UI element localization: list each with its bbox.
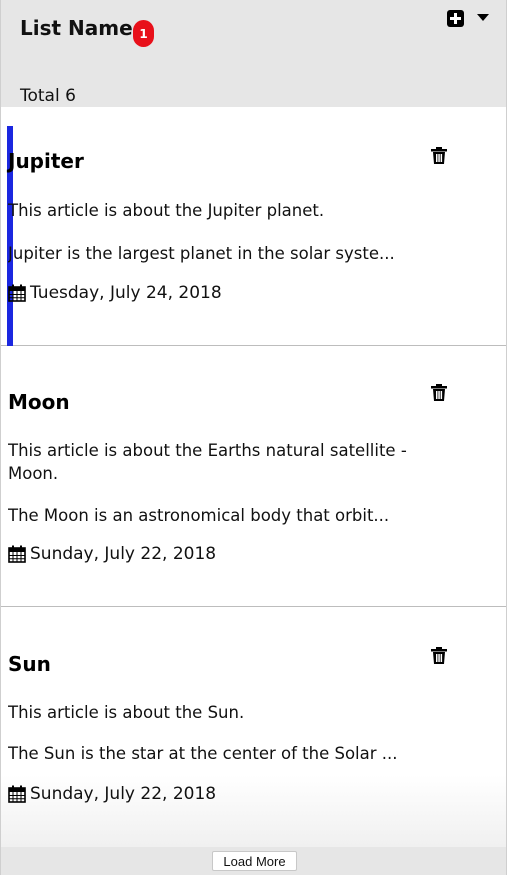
calendar-icon	[8, 545, 26, 563]
trash-icon[interactable]	[431, 147, 447, 164]
article-date: Sunday, July 22, 2018	[8, 784, 216, 804]
article-date: Sunday, July 22, 2018	[8, 544, 216, 564]
article-summary: This article is about the Sun.	[8, 703, 245, 722]
article-summary: This article is about the Earths natural…	[8, 441, 407, 483]
article-list-panel: List Name 1 Total 6 Jupiter This article…	[0, 0, 507, 875]
article-title: Jupiter	[8, 149, 84, 173]
total-count: Total 6	[20, 86, 76, 106]
count-badge: 1	[133, 20, 154, 47]
plus-square-icon[interactable]	[447, 10, 464, 27]
list-header: List Name 1 Total 6	[1, 0, 506, 107]
list-footer: Load More	[1, 847, 506, 875]
article-excerpt: The Moon is an astronomical body that or…	[8, 506, 390, 525]
article-date-text: Tuesday, July 24, 2018	[30, 283, 222, 303]
article-excerpt: The Sun is the star at the center of the…	[8, 744, 398, 763]
article-excerpt: Jupiter is the largest planet in the sol…	[8, 244, 395, 263]
calendar-icon	[8, 284, 26, 302]
article-date-text: Sunday, July 22, 2018	[30, 784, 217, 804]
trash-icon[interactable]	[431, 647, 447, 664]
article-title: Sun	[8, 652, 51, 676]
list-item[interactable]: Jupiter This article is about the Jupite…	[1, 107, 506, 346]
article-date: Tuesday, July 24, 2018	[8, 283, 222, 303]
list-title: List Name	[20, 16, 133, 40]
calendar-icon	[8, 785, 26, 803]
article-date-text: Sunday, July 22, 2018	[30, 544, 217, 564]
article-list: Jupiter This article is about the Jupite…	[1, 107, 506, 847]
load-more-button[interactable]: Load More	[212, 851, 297, 871]
article-title: Moon	[8, 390, 70, 414]
trash-icon[interactable]	[431, 384, 447, 401]
caret-down-icon[interactable]	[477, 14, 489, 21]
list-item[interactable]: Sun This article is about the Sun. The S…	[1, 607, 506, 847]
list-item[interactable]: Moon This article is about the Earths na…	[1, 346, 506, 607]
article-summary: This article is about the Jupiter planet…	[8, 201, 325, 220]
